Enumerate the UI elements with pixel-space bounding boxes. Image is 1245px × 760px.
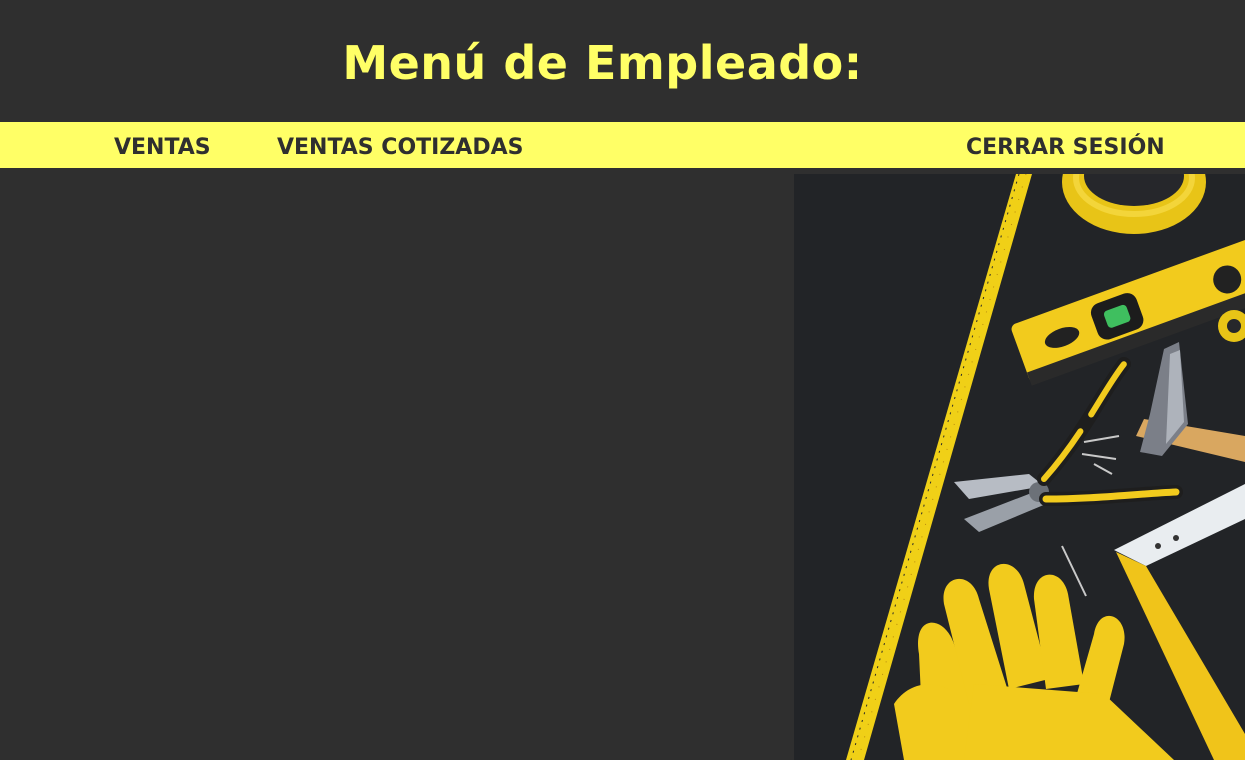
nav-bar: VENTAS VENTAS COTIZADAS CERRAR SESIÓN <box>0 122 1245 168</box>
tools-image <box>794 174 1245 760</box>
nav-item-ventas[interactable]: VENTAS <box>114 135 211 160</box>
nav-item-ventas-cotizadas[interactable]: VENTAS COTIZADAS <box>277 135 523 160</box>
logout-link[interactable]: CERRAR SESIÓN <box>966 135 1165 160</box>
page-title: Menú de Empleado: <box>342 36 863 90</box>
main-content <box>0 168 794 760</box>
header: Menú de Empleado: <box>0 0 1245 122</box>
